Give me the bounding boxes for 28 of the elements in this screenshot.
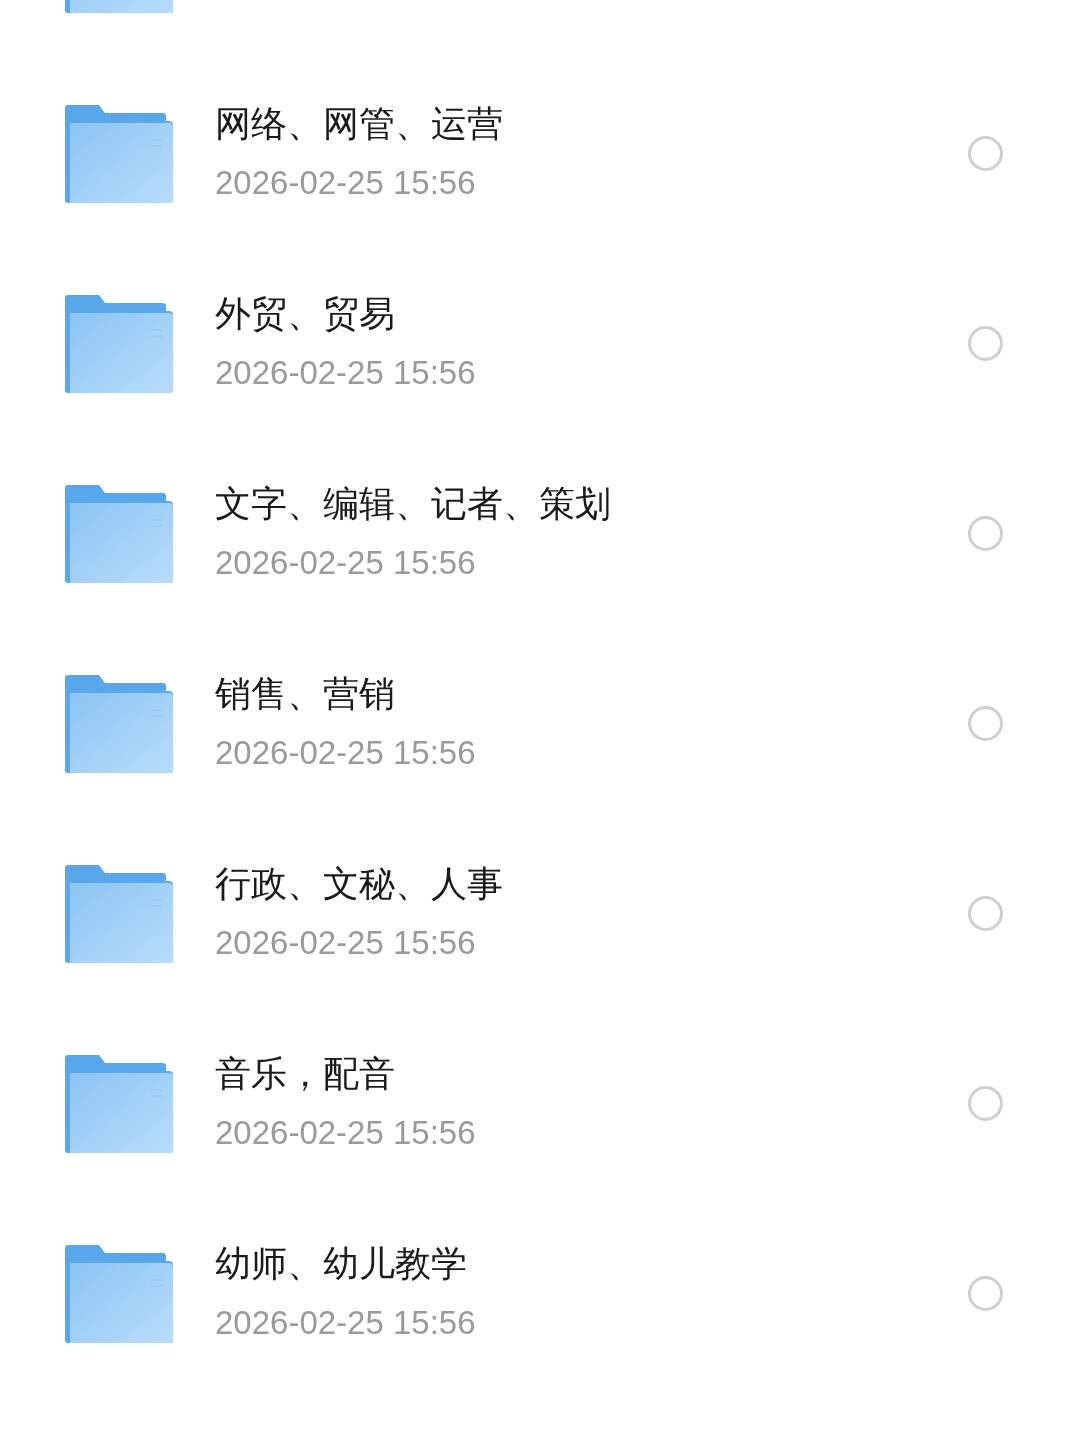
- folder-name: 音乐，配音: [215, 1052, 395, 1096]
- folder-icon: [65, 1245, 173, 1343]
- select-radio[interactable]: [968, 326, 1003, 361]
- select-radio[interactable]: [968, 1086, 1003, 1121]
- modified-date: 2026-02-25 15:56: [215, 543, 476, 583]
- folder-name: 行政、文秘、人事: [215, 862, 503, 906]
- folder-name: 网络、网管、运营: [215, 102, 503, 146]
- select-radio[interactable]: [968, 136, 1003, 171]
- select-radio[interactable]: [968, 706, 1003, 741]
- select-radio[interactable]: [968, 516, 1003, 551]
- folder-icon: [65, 105, 173, 203]
- folder-icon: [65, 865, 173, 963]
- modified-date: 2026-02-25 15:56: [215, 733, 476, 773]
- folder-name: 外贸、贸易: [215, 292, 395, 336]
- folder-icon: [65, 1055, 173, 1153]
- folder-name: 幼师、幼儿教学: [215, 1242, 467, 1286]
- select-radio[interactable]: [968, 896, 1003, 931]
- folder-name: 销售、营销: [215, 672, 395, 716]
- modified-date: 2026-02-25 15:56: [215, 1303, 476, 1343]
- select-radio[interactable]: [968, 1276, 1003, 1311]
- folder-name: 文字、编辑、记者、策划: [215, 482, 611, 526]
- folder-icon: [65, 675, 173, 773]
- modified-date: 2026-02-25 15:56: [215, 923, 476, 963]
- folder-icon: [65, 295, 173, 393]
- modified-date: 2026-02-25 15:56: [215, 163, 476, 203]
- modified-date: 2026-02-25 15:56: [215, 1113, 476, 1153]
- folder-icon: [65, 485, 173, 583]
- modified-date: 2026-02-25 15:56: [215, 353, 476, 393]
